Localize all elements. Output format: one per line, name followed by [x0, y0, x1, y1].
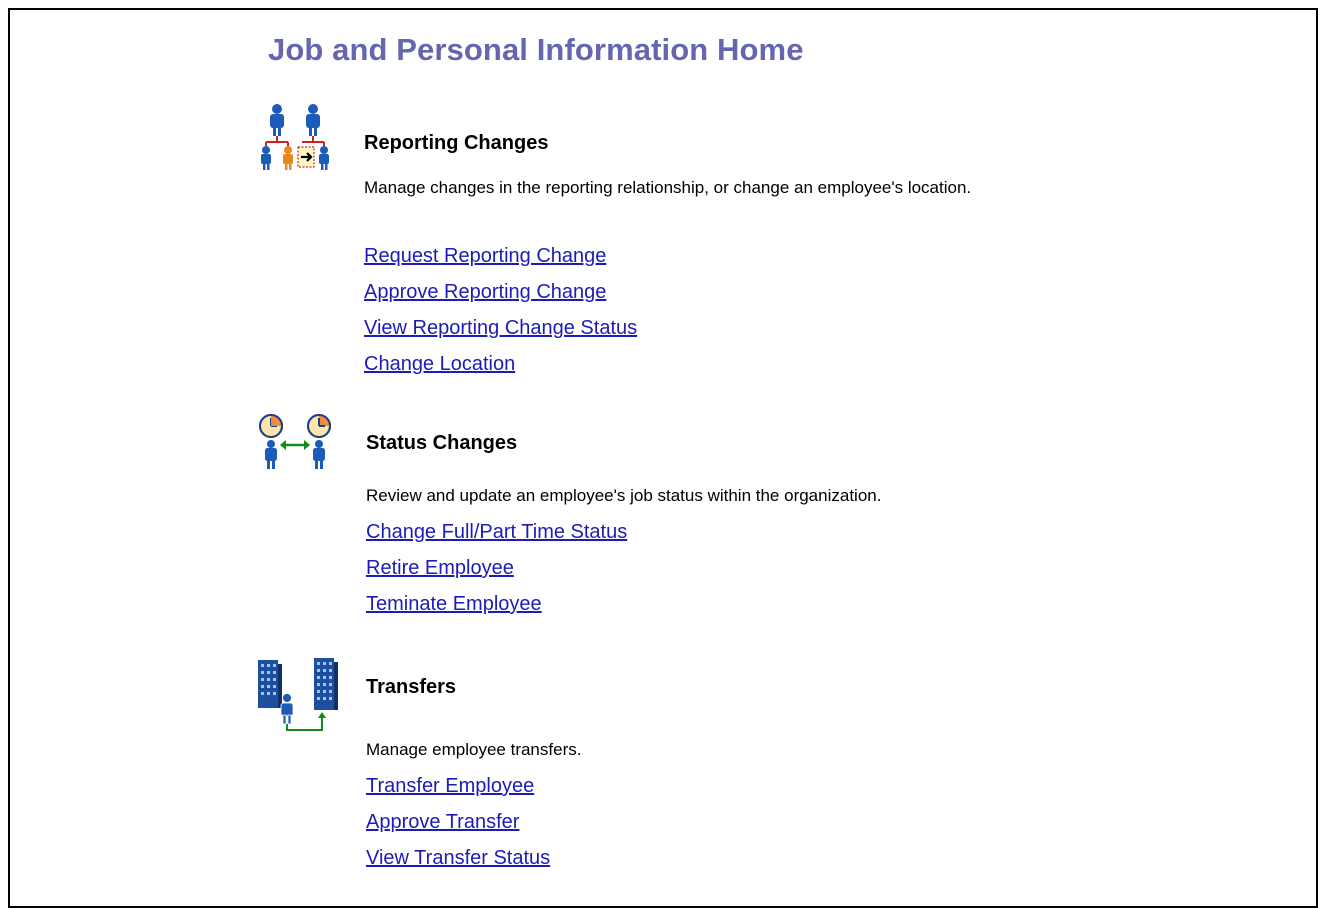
view-reporting-change-status-link[interactable]: View Reporting Change Status	[364, 317, 637, 339]
terminate-employee-link[interactable]: Teminate Employee	[366, 593, 542, 615]
page-frame: Job and Personal Information Home Report…	[8, 8, 1318, 908]
section-description: Review and update an employee's job stat…	[366, 486, 882, 505]
page-title: Job and Personal Information Home	[268, 32, 804, 67]
reporting-change-people-icon	[261, 104, 329, 170]
change-location-link[interactable]: Change Location	[364, 353, 515, 375]
link-list: Transfer Employee Approve Transfer View …	[366, 774, 550, 882]
approve-reporting-change-link[interactable]: Approve Reporting Change	[364, 281, 606, 303]
link-list: Request Reporting Change Approve Reporti…	[364, 244, 637, 388]
section-description: Manage changes in the reporting relation…	[364, 178, 972, 197]
retire-employee-link[interactable]: Retire Employee	[366, 557, 514, 579]
section-heading: Reporting Changes	[364, 132, 549, 154]
view-transfer-status-link[interactable]: View Transfer Status	[366, 847, 550, 869]
change-full-part-time-status-link[interactable]: Change Full/Part Time Status	[366, 521, 627, 543]
transfer-employee-link[interactable]: Transfer Employee	[366, 775, 534, 797]
section-heading: Transfers	[366, 676, 457, 698]
section-description: Manage employee transfers.	[366, 740, 582, 759]
approve-transfer-link[interactable]: Approve Transfer	[366, 811, 519, 833]
request-reporting-change-link[interactable]: Request Reporting Change	[364, 245, 606, 267]
transfer-buildings-icon	[258, 658, 338, 731]
section-heading: Status Changes	[366, 432, 518, 454]
link-list: Change Full/Part Time Status Retire Empl…	[366, 520, 627, 628]
status-change-clocks-icon	[259, 414, 331, 469]
